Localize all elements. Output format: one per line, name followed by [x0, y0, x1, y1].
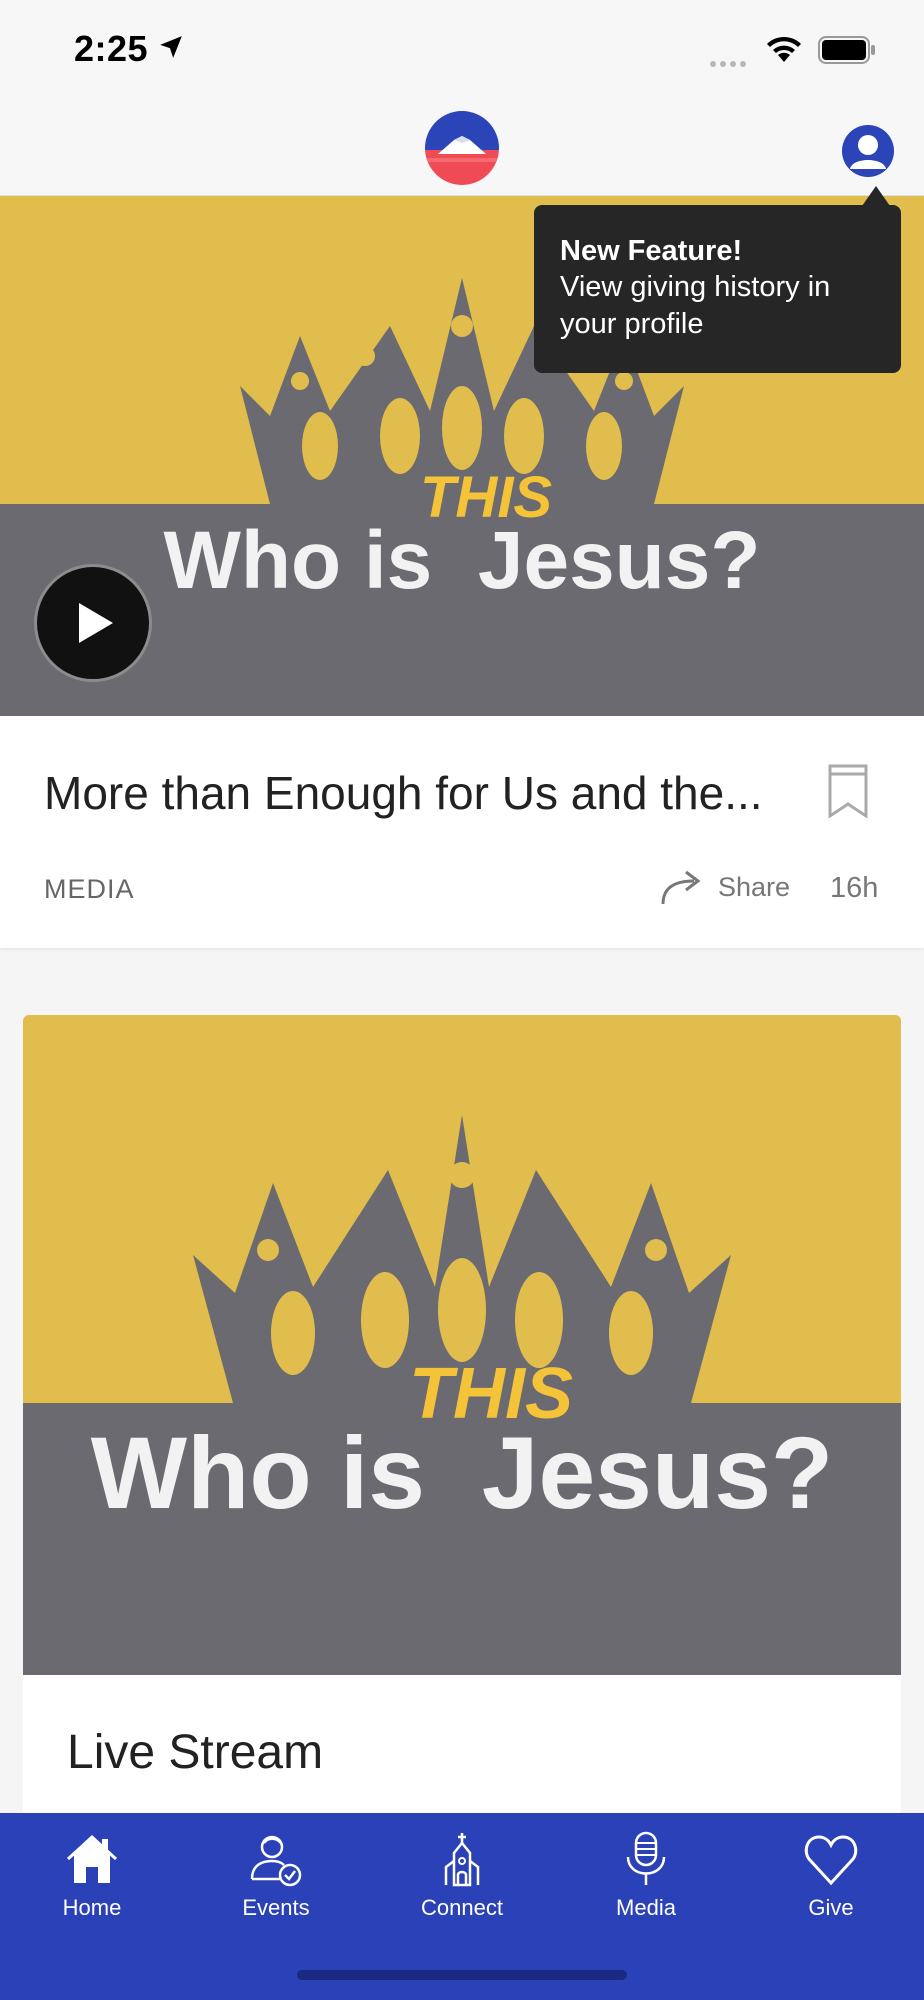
app-header — [0, 100, 924, 196]
bookmark-icon[interactable] — [826, 764, 870, 818]
microphone-icon — [626, 1831, 666, 1885]
tooltip-arrow — [862, 186, 890, 206]
new-feature-tooltip[interactable]: New Feature! View giving history in your… — [534, 205, 901, 373]
cellular-signal-icon — [710, 54, 750, 72]
home-icon — [66, 1834, 118, 1883]
share-arrow-icon — [661, 870, 701, 905]
tab-label: Give — [808, 1895, 854, 1920]
tab-label: Connect — [421, 1895, 503, 1920]
feed-item-title[interactable]: More than Enough for Us and the... — [44, 766, 763, 820]
battery-icon — [818, 36, 875, 64]
tab-media[interactable]: Media — [571, 1813, 721, 1933]
crown-artwork — [23, 1015, 901, 1675]
church-logo-icon[interactable] — [424, 110, 500, 186]
play-button[interactable] — [34, 564, 152, 682]
tab-label: Events — [242, 1895, 310, 1920]
feed-item-tag: MEDIA — [44, 874, 135, 904]
artwork-insert-text: THIS — [420, 465, 553, 530]
church-icon — [444, 1833, 480, 1887]
tooltip-body: View giving history in your profile — [560, 271, 831, 340]
tooltip-title: New Feature! — [560, 235, 743, 267]
feed-item-1-card[interactable]: More than Enough for Us and the... MEDIA… — [0, 716, 924, 948]
tab-label: Media — [616, 1895, 676, 1920]
profile-icon — [850, 135, 886, 169]
share-label: Share — [718, 872, 791, 902]
location-arrow-icon — [160, 36, 182, 58]
home-indicator[interactable] — [297, 1970, 627, 1980]
profile-button[interactable] — [842, 125, 894, 177]
feed-item-2-image[interactable]: Who is Jesus? THIS — [23, 1015, 901, 1675]
tab-home[interactable]: Home — [17, 1813, 167, 1933]
heart-icon — [804, 1835, 858, 1886]
feed-item-2-card[interactable]: Who is Jesus? THIS Live Stream — [23, 1015, 901, 1815]
wifi-icon — [767, 36, 801, 62]
status-time: 2:25 — [74, 28, 149, 69]
play-icon — [79, 603, 113, 643]
tab-give[interactable]: Give — [756, 1813, 906, 1933]
tab-label: Home — [62, 1895, 122, 1920]
events-icon — [250, 1835, 302, 1887]
artwork-insert-text: THIS — [409, 1354, 574, 1434]
feed-item-title[interactable]: Live Stream — [67, 1725, 323, 1780]
status-bar: 2:25 — [0, 0, 924, 100]
tab-events[interactable]: Events — [201, 1813, 351, 1933]
feed-item-timestamp: 16h — [830, 872, 879, 904]
tab-connect[interactable]: Connect — [387, 1813, 537, 1933]
